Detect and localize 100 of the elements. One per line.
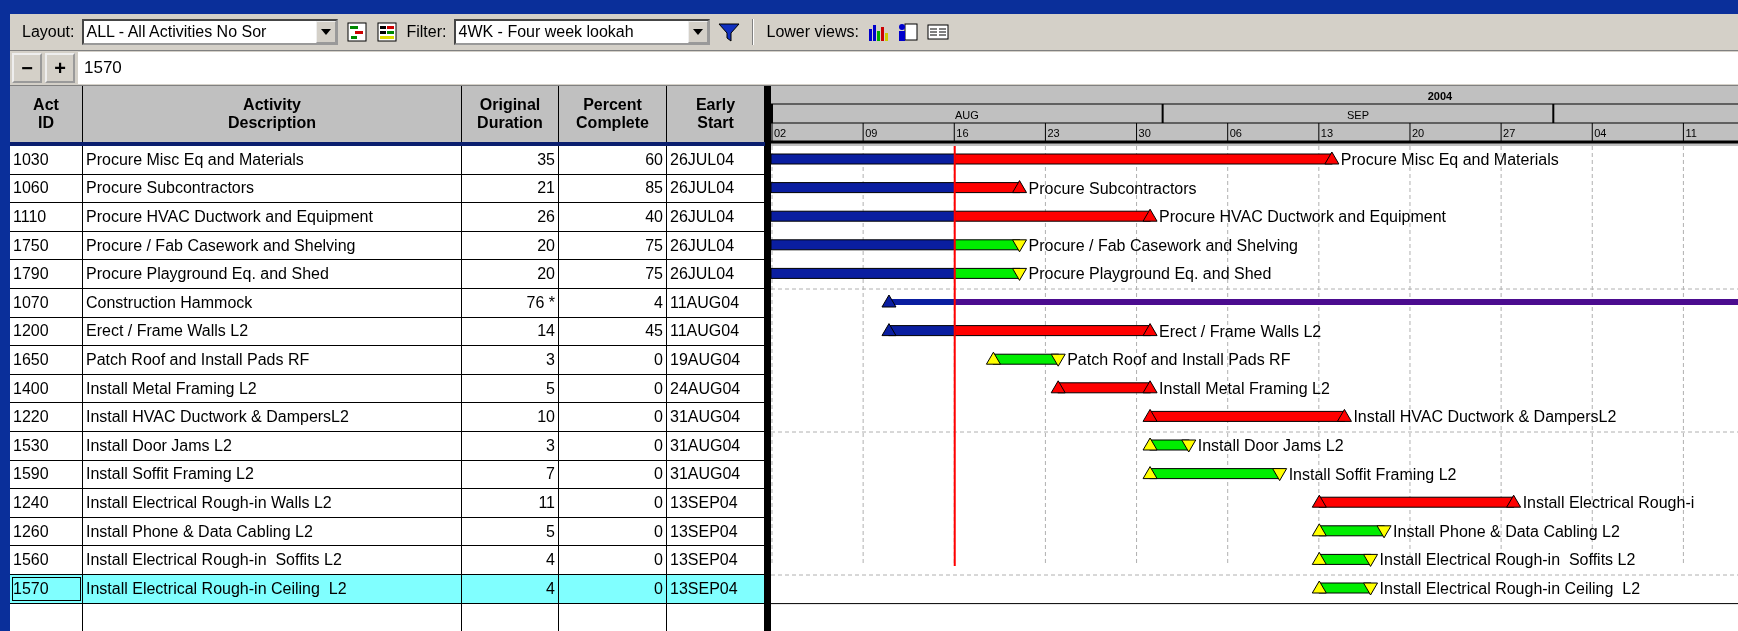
table-cell: 26 — [462, 203, 559, 231]
table-cell: 85 — [559, 174, 667, 203]
table-cell: 0 — [559, 517, 667, 546]
table-cell: 1530 — [10, 431, 83, 460]
bar-label: Procure Subcontractors — [1028, 179, 1197, 197]
table-row[interactable]: 1260 Install Phone & Data Cabling L2 5 0 13SEP04 — [10, 517, 765, 547]
table-row[interactable]: 1590 Install Soffit Framing L2 7 0 31AUG04 — [10, 460, 765, 490]
column-header[interactable]: Activity Description — [83, 86, 462, 142]
bar-label: Install Electrical Rough-in Soffits L2 — [1379, 551, 1636, 569]
table-cell: 1030 — [10, 146, 83, 174]
caret-icon — [321, 29, 332, 35]
table-cell: 5 — [462, 517, 559, 546]
table-cell: 0 — [559, 574, 667, 603]
lower-views-label: Lower views: — [766, 23, 859, 41]
table-cell: 1570 — [10, 574, 83, 603]
table-cell: 11 — [462, 489, 559, 517]
bar-label: Install Door Jams L2 — [1197, 437, 1344, 454]
filter-icon[interactable] — [718, 21, 741, 43]
collapse-button[interactable]: − — [12, 53, 42, 83]
table-row[interactable]: 1650 Patch Roof and Install Pads RF 3 0 19AUG04 — [10, 346, 765, 375]
table-cell: Install Electrical Rough-in Walls L2 — [83, 489, 462, 517]
table-cell: 0 — [559, 346, 667, 374]
caret-icon — [693, 29, 704, 35]
table-chart-icon[interactable] — [376, 21, 399, 43]
expand-button[interactable]: + — [45, 53, 75, 83]
table-cell: Install Door Jams L2 — [83, 431, 462, 460]
bar-label: Procure Misc Eq and Materials — [1340, 151, 1559, 168]
layout-dropdown[interactable]: ALL - All Activities No Sor — [82, 19, 339, 45]
table-cell: 35 — [462, 146, 559, 174]
table-cell: 5 — [462, 374, 559, 403]
column-header[interactable]: Original Duration — [462, 86, 559, 142]
bar-label: Procure Playground Eq. and Shed — [1028, 265, 1272, 283]
bar-label: Install Phone & Data Cabling L2 — [1393, 522, 1620, 540]
table-cell: Procure / Fab Casework and Shelving — [83, 231, 462, 260]
table-cell: 1260 — [10, 517, 83, 546]
table-cell: 75 — [559, 260, 667, 288]
table-cell: 20 — [462, 260, 559, 288]
table-cell: Procure HVAC Ductwork and Equipment — [83, 203, 462, 231]
table-cell: 10 — [462, 403, 559, 431]
table-row[interactable]: 1030 Procure Misc Eq and Materials 35 60 26JUL04 — [10, 146, 765, 175]
table-cell: 4 — [462, 574, 559, 603]
bar-label: Erect / Frame Walls L2 — [1159, 322, 1322, 340]
table-cell: 3 — [462, 346, 559, 374]
table-cell: 1240 — [10, 489, 83, 517]
bar-label: Procure / Fab Casework and Shelving — [1028, 236, 1298, 254]
bar-label: Install Electrical Rough-i — [1522, 494, 1695, 512]
week-label: 02 — [774, 127, 787, 139]
bar-label: Procure HVAC Ductwork and Equipment — [1159, 208, 1446, 226]
table-cell: 0 — [559, 431, 667, 460]
table-cell: Procure Subcontractors — [83, 174, 462, 203]
table-cell: 0 — [559, 403, 667, 431]
table-row[interactable]: 1750 Procure / Fab Casework and Shelving 20 75 26JUL04 — [10, 231, 765, 261]
table-cell: 0 — [559, 546, 667, 574]
table-cell: 7 — [462, 460, 559, 489]
week-label: 11 — [1685, 127, 1697, 139]
table-row[interactable]: 1060 Procure Subcontractors 21 85 26JUL04 — [10, 174, 765, 204]
table-cell: 20 — [462, 231, 559, 260]
year-label: 2004 — [1427, 90, 1453, 102]
table-cell: Patch Roof and Install Pads RF — [83, 346, 462, 374]
table-row[interactable]: 1240 Install Electrical Rough-in Walls L2 11 0 13SEP04 — [10, 489, 765, 518]
week-label: 13 — [1320, 127, 1334, 139]
table-cell: Procure Misc Eq and Materials — [83, 146, 462, 174]
table-row[interactable]: 1220 Install HVAC Ductwork & DampersL2 10 0 31AUG04 — [10, 403, 765, 432]
week-label: 06 — [1229, 127, 1242, 139]
table-cell: 1110 — [10, 203, 83, 231]
week-label: 23 — [1047, 127, 1060, 139]
table-row[interactable]: 1560 Install Electrical Rough-in Soffits L2 4 0 13SEP04 — [10, 546, 765, 575]
table-cell: Construction Hammock — [83, 288, 462, 317]
table-cell: 45 — [559, 317, 667, 346]
table-cell: 1590 — [10, 460, 83, 489]
column-header[interactable]: Percent Complete — [559, 86, 667, 142]
table-cell: 76 * — [462, 288, 559, 317]
table-cell: 1400 — [10, 374, 83, 403]
table-cell: 1220 — [10, 403, 83, 431]
table-cell: 1060 — [10, 174, 83, 203]
table-cell: Install Metal Framing L2 — [83, 374, 462, 403]
table-row[interactable]: 1200 Erect / Frame Walls L2 14 45 11AUG04 — [10, 317, 765, 347]
table-cell: 1750 — [10, 231, 83, 260]
filter-dropdown[interactable]: 4WK - Four week lookah — [454, 19, 711, 45]
table-row[interactable]: 1110 Procure HVAC Ductwork and Equipment 26 40 26JUL04 — [10, 203, 765, 232]
table-row[interactable]: 1570 Install Electrical Rough-in Ceiling L2 4 0 13SEP04 — [10, 574, 765, 604]
table-row[interactable]: 1070 Construction Hammock 76 * 4 11AUG04 — [10, 288, 765, 318]
table-row[interactable]: 1400 Install Metal Framing L2 5 0 24AUG04 — [10, 374, 765, 404]
week-label: 27 — [1503, 127, 1516, 139]
bar-label: Install Soffit Framing L2 — [1288, 465, 1457, 483]
list-view-icon[interactable] — [926, 21, 949, 43]
table-row[interactable]: 1530 Install Door Jams L2 3 0 31AUG04 — [10, 431, 765, 461]
table-cell: 1790 — [10, 260, 83, 288]
table-row[interactable]: 1790 Procure Playground Eq. and Shed 20 75 26JUL04 — [10, 260, 765, 289]
column-header[interactable]: Act ID — [10, 86, 83, 142]
table-cell: Erect / Frame Walls L2 — [83, 317, 462, 346]
filter-label: Filter: — [406, 23, 447, 41]
month-label: AUG — [954, 109, 979, 121]
table-cell: 3 — [462, 431, 559, 460]
week-label: 30 — [1138, 127, 1151, 139]
table-cell: 0 — [559, 374, 667, 403]
edit-field[interactable]: 1570 — [78, 52, 1738, 84]
person-form-icon[interactable] — [896, 21, 919, 43]
month-label: SEP — [1346, 109, 1369, 121]
table-cell: Install Electrical Rough-in Soffits L2 — [83, 546, 462, 574]
